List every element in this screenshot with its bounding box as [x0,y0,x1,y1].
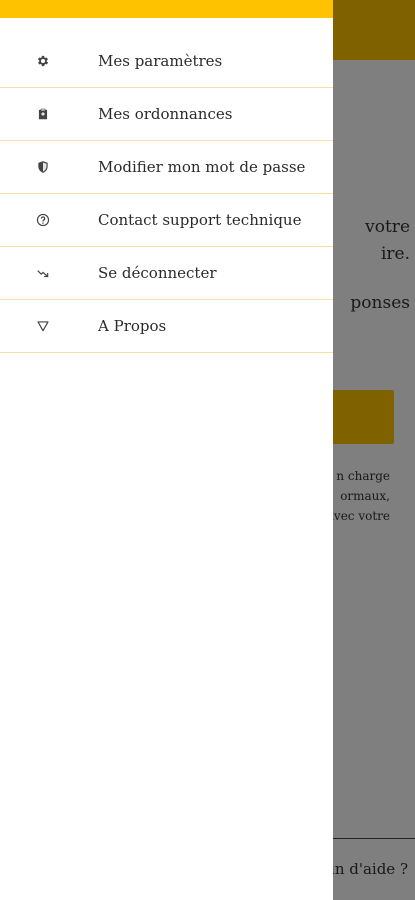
menu-item-label: Se déconnecter [98,264,217,282]
menu-item-logout[interactable]: Se déconnecter [0,247,333,300]
menu-item-label: Mes paramètres [98,52,223,70]
navigation-drawer: Mes paramètres Mes ordonnances Modifier … [0,0,333,900]
drawer-header [0,0,333,18]
menu-item-support[interactable]: Contact support technique [0,194,333,247]
menu-item-change-password[interactable]: Modifier mon mot de passe [0,141,333,194]
menu-item-label: Modifier mon mot de passe [98,158,306,176]
menu-item-about[interactable]: A Propos [0,300,333,353]
shield-icon [36,160,50,174]
help-circle-icon [36,213,50,227]
menu-item-prescriptions[interactable]: Mes ordonnances [0,88,333,141]
triangle-icon [36,319,50,333]
menu-item-settings[interactable]: Mes paramètres [0,35,333,88]
drawer-menu: Mes paramètres Mes ordonnances Modifier … [0,35,333,353]
menu-item-label: Mes ordonnances [98,105,233,123]
menu-item-label: Contact support technique [98,211,302,229]
gear-icon [36,54,50,68]
logout-icon [36,266,50,280]
menu-item-label: A Propos [98,317,167,335]
clipboard-icon [36,107,50,121]
